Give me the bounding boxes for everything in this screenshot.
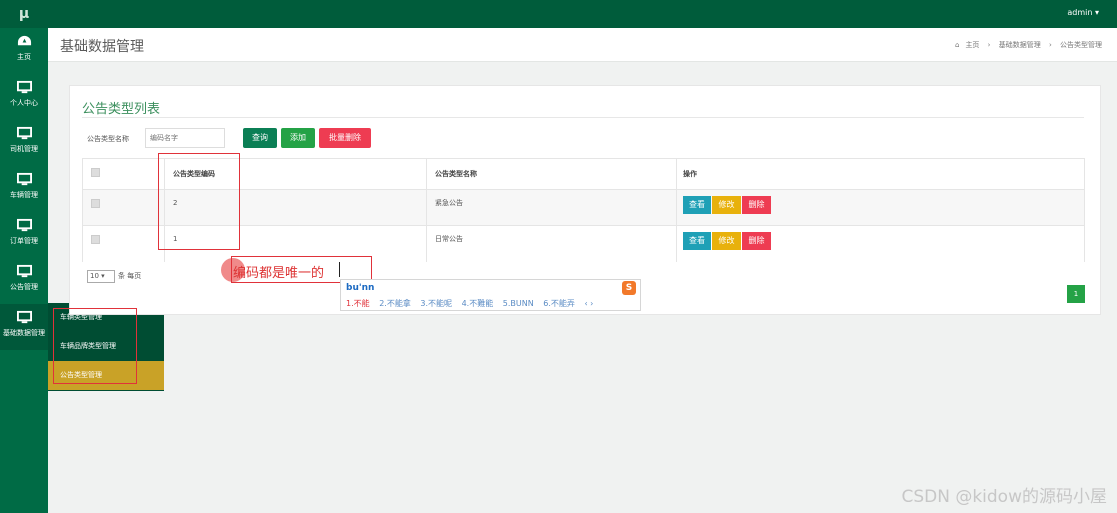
ime-candidate[interactable]: 5.BUNN [503, 299, 534, 308]
breadcrumb: ⌂ 主页 › 基础数据管理 › 公告类型管理 [952, 40, 1105, 50]
page-size-suffix: 条 每页 [118, 272, 142, 280]
sidebar-item-profile[interactable]: 个人中心 [0, 74, 48, 120]
ime-candidate[interactable]: 2.不能拿 [379, 299, 411, 308]
cell-actions: 查看 修改 删除 [677, 226, 1084, 262]
edit-button[interactable]: 修改 [712, 232, 741, 250]
select-all-checkbox[interactable] [91, 168, 100, 177]
sidebar-item-drivers[interactable]: 司机管理 [0, 120, 48, 166]
divider [82, 117, 1084, 118]
edit-button[interactable]: 修改 [712, 196, 741, 214]
bulk-delete-button[interactable]: 批量删除 [319, 128, 371, 148]
sidebar-item-base-data[interactable]: 基础数据管理 [0, 304, 48, 350]
chevron-right-icon: › [987, 41, 991, 49]
monitor-icon [16, 80, 32, 94]
ime-candidate-window: bu'nn S 1.不能 2.不能拿 3.不能呢 4.不難能 5.BUNN 6.… [340, 279, 641, 311]
watermark: CSDN @kidow的源码小屋 [901, 487, 1107, 507]
cell-actions: 查看 修改 删除 [677, 190, 1084, 225]
chevron-right-icon: › [1048, 41, 1052, 49]
ime-page-arrows[interactable]: ‹ › [584, 299, 593, 308]
sidebar-item-orders[interactable]: 订单管理 [0, 212, 48, 258]
annotation-text: 编码都是唯一的 [233, 266, 325, 281]
view-button[interactable]: 查看 [683, 232, 711, 250]
sidebar-item-label: 基础数据管理 [3, 329, 45, 337]
view-button[interactable]: 查看 [683, 196, 711, 214]
page-size-control: 10 ▾ 条 每页 [87, 270, 141, 283]
annotation-box-submenu [53, 308, 137, 384]
app-logo[interactable]: μ [0, 0, 48, 28]
top-bar: μ admin ▾ [0, 0, 1117, 28]
annotation-box-code-column [158, 153, 240, 250]
breadcrumb-base-data[interactable]: 基础数据管理 [999, 41, 1041, 49]
monitor-icon [16, 218, 32, 232]
ime-candidate[interactable]: 1.不能 [346, 299, 370, 308]
sidebar-item-label: 车辆管理 [10, 191, 38, 199]
monitor-icon [16, 264, 32, 278]
page-header: 基础数据管理 ⌂ 主页 › 基础数据管理 › 公告类型管理 [48, 28, 1117, 62]
text-caret [339, 262, 340, 277]
row-checkbox-cell [83, 226, 165, 262]
search-input[interactable] [145, 128, 225, 148]
monitor-icon [16, 126, 32, 140]
sidebar: 主页 个人中心 司机管理 车辆管理 订单管理 公告管理 基础数据管理 [0, 28, 48, 513]
page-size-select[interactable]: 10 ▾ [87, 270, 115, 283]
monitor-icon [16, 172, 32, 186]
add-button[interactable]: 添加 [281, 128, 315, 148]
sidebar-item-label: 公告管理 [10, 283, 38, 291]
delete-button[interactable]: 删除 [742, 232, 771, 250]
row-checkbox[interactable] [91, 235, 100, 244]
header-checkbox-cell [83, 159, 165, 189]
breadcrumb-home[interactable]: 主页 [965, 41, 979, 49]
cell-name: 紧急公告 [427, 190, 677, 225]
cell-name: 日常公告 [427, 226, 677, 262]
row-checkbox[interactable] [91, 199, 100, 208]
delete-button[interactable]: 删除 [742, 196, 771, 214]
row-checkbox-cell [83, 190, 165, 225]
query-button[interactable]: 查询 [243, 128, 277, 148]
user-menu[interactable]: admin ▾ [1067, 8, 1099, 17]
sidebar-item-label: 个人中心 [10, 99, 38, 107]
dashboard-icon [17, 35, 31, 46]
page-title: 基础数据管理 [60, 39, 144, 55]
card-title: 公告类型列表 [82, 102, 161, 117]
ime-candidate[interactable]: 3.不能呢 [420, 299, 452, 308]
pagination-page[interactable]: 1 [1067, 285, 1085, 303]
column-header-actions: 操作 [683, 170, 697, 178]
ime-composition: bu'nn [346, 283, 375, 293]
sidebar-item-label: 司机管理 [10, 145, 38, 153]
ime-candidate[interactable]: 4.不難能 [462, 299, 494, 308]
column-header-name: 公告类型名称 [427, 159, 677, 189]
sidebar-item-notices[interactable]: 公告管理 [0, 258, 48, 304]
sidebar-item-vehicles[interactable]: 车辆管理 [0, 166, 48, 212]
search-label: 公告类型名称 [87, 135, 129, 143]
sidebar-item-home[interactable]: 主页 [0, 28, 48, 74]
ime-candidate[interactable]: 6.不能弄 [543, 299, 575, 308]
sidebar-item-label: 订单管理 [10, 237, 38, 245]
sidebar-item-label: 主页 [17, 53, 31, 61]
breadcrumb-current: 公告类型管理 [1060, 41, 1102, 49]
ime-logo-icon: S [622, 281, 636, 295]
home-icon: ⌂ [954, 41, 960, 49]
monitor-icon [16, 310, 32, 324]
ime-candidates: 1.不能 2.不能拿 3.不能呢 4.不難能 5.BUNN 6.不能弄 ‹ › [346, 298, 600, 309]
